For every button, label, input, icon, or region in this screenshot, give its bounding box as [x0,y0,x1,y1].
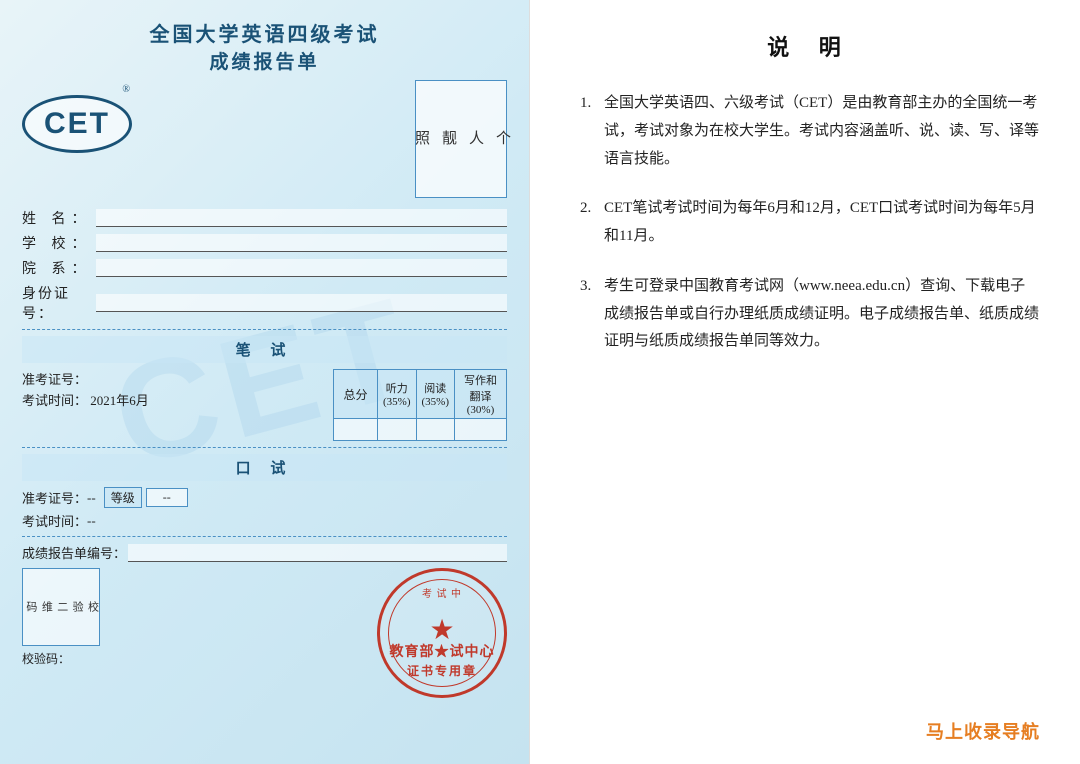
oral-reg-label: 准考证号： [22,488,87,507]
registered-symbol: ® [122,84,130,95]
oral-time-row: 考试时间： -- [22,511,507,530]
cert-number-value [128,544,507,562]
oral-time-label: 考试时间： [22,511,87,530]
written-left: 准考证号： 考试时间： 2021年6月 [22,369,333,409]
instruction-item-3: 3. 考生可登录中国教育考试网（www.neea.edu.cn）查询、下载电子成… [580,273,1040,356]
seal-circle: 考 试 中 ★ 教育部★试中心 证书专用章 [377,568,507,698]
footer-brand: 马上收录导航 [580,718,1040,744]
oral-grade-box: 等级 -- [104,487,188,508]
oral-section-header: 口 试 [22,454,507,481]
instruction-num-3: 3. [580,273,600,301]
divider-2 [22,447,507,448]
written-reg-num-row: 准考证号： [22,369,333,388]
exam-time-label: 考试时间： [22,393,87,408]
instruction-item-1: 1. 全国大学英语四、六级考试（CET）是由教育部主办的全国统一考试，考试对象为… [580,90,1040,173]
writing-value [455,419,507,441]
photo-box: 个人靓照 [415,80,507,198]
instruction-item-2: 2. CET笔试考试时间为每年6月和12月，CET口试考试时间为每年5月和11月… [580,195,1040,251]
instructions-panel: 说 明 1. 全国大学英语四、六级考试（CET）是由教育部主办的全国统一考试，考… [530,0,1080,764]
oral-time-value: -- [87,513,96,529]
instruction-text-1: 全国大学英语四、六级考试（CET）是由教育部主办的全国统一考试，考试对象为在校大… [604,90,1040,173]
verify-code-label: 校验码： [22,652,70,666]
instruction-num-1: 1. [580,90,600,118]
score-table: 总分 听力(35%) 阅读(35%) 写作和翻译(30%) [333,369,507,441]
oral-reg-value: -- [87,490,96,506]
listening-header: 听力(35%) [378,370,417,419]
verify-code-row: 校验码： [22,650,70,667]
verify-box: 校验二维码 [22,568,100,646]
grade-value: -- [146,488,188,507]
written-reg-num-label: 准考证号： [22,372,87,387]
divider-1 [22,329,507,330]
department-label: 院 系： [22,258,94,278]
reading-header: 阅读(35%) [416,370,455,419]
grade-label: 等级 [104,487,142,508]
certificate-panel: CET 全国大学英语四级考试 成绩报告单 ® CET 个人靓照 姓 名： [0,0,530,764]
photo-label: 个人靓照 [407,130,515,149]
listening-value [378,419,417,441]
cet-logo: ® CET [22,84,132,153]
cet-logo-oval: CET [22,95,132,153]
instructions-title: 说 明 [580,30,1040,62]
name-label: 姓 名： [22,208,94,228]
oral-section: 口 试 准考证号： -- 等级 -- 考试时间： -- [22,454,507,530]
written-section: 笔 试 准考证号： 考试时间： 2021年6月 总分 听力(35%) 阅 [22,336,507,441]
id-label: 身份证号： [22,283,94,323]
seal-container: 考 试 中 ★ 教育部★试中心 证书专用章 [377,568,507,698]
school-label: 学 校： [22,233,94,253]
cert-number-label: 成绩报告单编号： [22,543,126,562]
writing-header: 写作和翻译(30%) [455,370,507,419]
department-row: 院 系： [22,258,507,278]
qr-area: 校验二维码 [22,568,100,646]
seal-sub-text: 证书专用章 [407,662,477,679]
school-row: 学 校： [22,233,507,253]
seal-top-text: 考 试 中 [422,585,462,600]
cert-top-row: ® CET 个人靓照 [22,80,507,198]
instruction-text-2: CET笔试考试时间为每年6月和12月，CET口试考试时间为每年5月和11月。 [604,195,1040,251]
cert-title: 全国大学英语四级考试 成绩报告单 [22,18,507,74]
written-top: 准考证号： 考试时间： 2021年6月 总分 听力(35%) 阅读(35%) 写… [22,369,507,441]
seal: 考 试 中 ★ 教育部★试中心 证书专用章 [377,568,507,698]
oral-reg-row: 准考证号： -- 等级 -- [22,487,507,508]
bottom-left: 校验二维码 校验码： [22,568,100,667]
verify-label: 校验二维码 [23,601,100,614]
school-value [96,234,507,252]
seal-star-icon: ★ [429,613,454,647]
name-value [96,209,507,227]
id-row: 身份证号： [22,283,507,323]
total-value [334,419,378,441]
instruction-text-3: 考生可登录中国教育考试网（www.neea.edu.cn）查询、下载电子成绩报告… [604,273,1040,356]
reading-value [416,419,455,441]
cert-content: 全国大学英语四级考试 成绩报告单 ® CET 个人靓照 姓 名： 学 校： [22,18,507,698]
cert-title-sub: 成绩报告单 [22,47,507,74]
exam-time-row: 考试时间： 2021年6月 [22,390,333,409]
instruction-num-2: 2. [580,195,600,223]
written-section-header: 笔 试 [22,336,507,363]
cert-bottom: 校验二维码 校验码： 考 试 中 ★ 教育部★试中心 证书专用章 [22,568,507,698]
score-value-row [334,419,507,441]
name-row: 姓 名： [22,208,507,228]
cet-logo-text: CET [44,107,110,141]
cert-number-row: 成绩报告单编号： [22,543,507,562]
divider-3 [22,536,507,537]
cert-title-main: 全国大学英语四级考试 [22,18,507,47]
id-value [96,294,507,312]
exam-time-value: 2021年6月 [90,393,149,408]
total-header: 总分 [334,370,378,419]
score-header-row: 总分 听力(35%) 阅读(35%) 写作和翻译(30%) [334,370,507,419]
info-section: 姓 名： 学 校： 院 系： 身份证号： [22,208,507,323]
department-value [96,259,507,277]
